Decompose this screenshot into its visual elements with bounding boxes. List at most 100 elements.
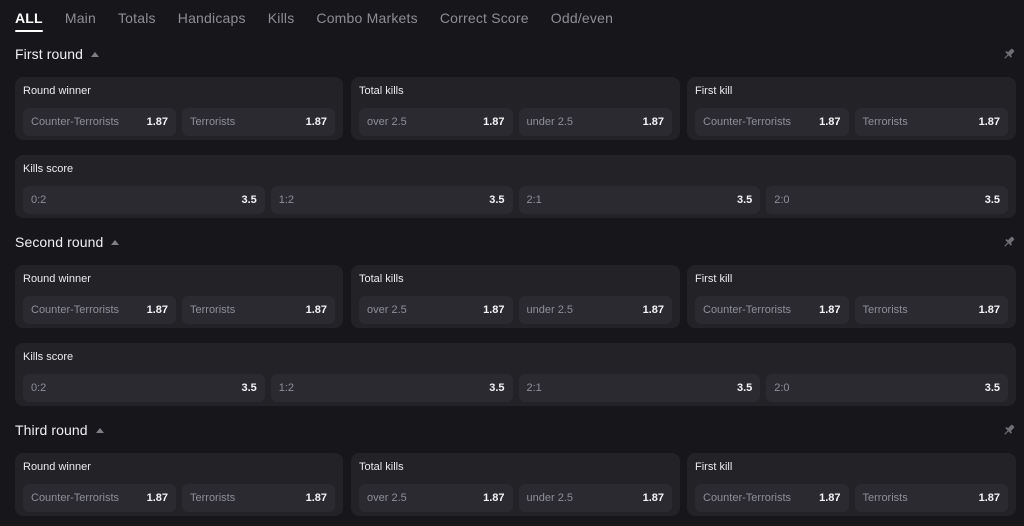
outcome-label: 2:0 (774, 382, 790, 394)
odds-value: 1.87 (819, 116, 841, 128)
market-card-round-winner: Round winner Counter-Terrorists 1.87 Terr… (15, 77, 343, 140)
market-title: Round winner (23, 273, 91, 285)
outcome-label: Counter-Terrorists (31, 116, 120, 128)
tab-handicaps[interactable]: Handicaps (178, 10, 246, 30)
section-header-first-round[interactable]: First round (15, 44, 1016, 64)
market-card-round-winner: Round winner Counter-Terrorists 1.87 Terr… (15, 453, 343, 516)
odds-button[interactable]: under 2.5 1.87 (518, 296, 672, 324)
odds-value: 3.5 (241, 194, 257, 206)
pin-icon[interactable] (1002, 235, 1016, 249)
odds-button[interactable]: 2:0 3.5 (766, 374, 1008, 402)
odds-value: 1.87 (978, 116, 1000, 128)
odds-button[interactable]: over 2.5 1.87 (359, 296, 513, 324)
outcome-label: Counter-Terrorists (31, 492, 120, 504)
odds-button[interactable]: 2:0 3.5 (766, 186, 1008, 214)
caret-up-icon (95, 427, 104, 433)
odds-value: 1.87 (146, 116, 168, 128)
odds-button[interactable]: Counter-Terrorists 1.87 (23, 484, 176, 512)
odds-value: 1.87 (483, 492, 505, 504)
odds-button[interactable]: Counter-Terrorists 1.87 (695, 484, 849, 512)
outcome-label: Terrorists (190, 492, 236, 504)
tab-correct-score[interactable]: Correct Score (440, 10, 529, 30)
section-header-third-round[interactable]: Third round (15, 420, 1016, 440)
outcome-label: Counter-Terrorists (703, 304, 792, 316)
outcome-label: 2:1 (526, 382, 542, 394)
odds-button[interactable]: under 2.5 1.87 (518, 484, 672, 512)
odds-value: 3.5 (736, 194, 753, 206)
market-title: Round winner (23, 85, 91, 97)
tab-main[interactable]: Main (65, 10, 96, 30)
odds-value: 1.87 (483, 116, 505, 128)
odds-value: 1.87 (305, 304, 327, 316)
odds-button[interactable]: Terrorists 1.87 (182, 484, 335, 512)
market-card-kills-score: Kills score 0:2 3.5 1:2 3.5 2:1 3.5 2:0 3.5 (15, 343, 1016, 406)
outcome-label: Terrorists (862, 304, 908, 316)
outcome-label: 2:1 (526, 194, 542, 206)
section-header-second-round[interactable]: Second round (15, 232, 1016, 252)
odds-button[interactable]: over 2.5 1.87 (359, 484, 513, 512)
odds-value: 1.87 (305, 492, 327, 504)
market-card-round-winner: Round winner Counter-Terrorists 1.87 Terr… (15, 265, 343, 328)
odds-value: 1.87 (978, 304, 1000, 316)
odds-value: 1.87 (642, 116, 664, 128)
odds-button[interactable]: Counter-Terrorists 1.87 (23, 296, 176, 324)
tab-kills[interactable]: Kills (268, 10, 295, 30)
market-title: Round winner (23, 461, 91, 473)
section-title: First round (15, 46, 84, 62)
tab-combo-markets[interactable]: Combo Markets (316, 10, 417, 30)
outcome-label: Terrorists (190, 116, 236, 128)
odds-value: 1.87 (146, 304, 168, 316)
outcome-label: under 2.5 (526, 304, 573, 316)
odds-value: 1.87 (642, 492, 664, 504)
market-card-first-kill: First kill Counter-Terrorists 1.87 Terror… (687, 265, 1016, 328)
odds-value: 1.87 (305, 116, 327, 128)
market-title: First kill (695, 273, 733, 285)
odds-button[interactable]: 2:1 3.5 (518, 374, 761, 402)
odds-button[interactable]: Terrorists 1.87 (854, 108, 1008, 136)
tab-totals[interactable]: Totals (118, 10, 156, 30)
odds-button[interactable]: Counter-Terrorists 1.87 (695, 108, 849, 136)
odds-button[interactable]: 0:2 3.5 (23, 186, 265, 214)
tab-odd-even[interactable]: Odd/even (551, 10, 613, 30)
pin-icon[interactable] (1002, 423, 1016, 437)
market-card-total-kills: Total kills over 2.5 1.87 under 2.5 1.87 (351, 77, 680, 140)
market-card-first-kill: First kill Counter-Terrorists 1.87 Terror… (687, 77, 1016, 140)
odds-button[interactable]: Terrorists 1.87 (854, 296, 1008, 324)
market-title: Kills score (23, 163, 74, 175)
odds-button[interactable]: Terrorists 1.87 (182, 296, 335, 324)
tab-all[interactable]: ALL (15, 10, 43, 32)
market-title: Total kills (359, 85, 404, 97)
section-title: Second round (15, 234, 104, 250)
odds-button[interactable]: Counter-Terrorists 1.87 (695, 296, 849, 324)
odds-value: 1.87 (483, 304, 505, 316)
outcome-label: 0:2 (31, 382, 47, 394)
odds-button[interactable]: Counter-Terrorists 1.87 (23, 108, 176, 136)
odds-value: 1.87 (819, 304, 841, 316)
outcome-label: Terrorists (862, 492, 908, 504)
market-title: First kill (695, 461, 733, 473)
odds-button[interactable]: 1:2 3.5 (270, 374, 513, 402)
pin-icon[interactable] (1002, 47, 1016, 61)
odds-value: 1.87 (146, 492, 168, 504)
odds-button[interactable]: 0:2 3.5 (23, 374, 265, 402)
odds-value: 1.87 (819, 492, 841, 504)
odds-value: 1.87 (642, 304, 664, 316)
market-card-first-kill: First kill Counter-Terrorists 1.87 Terror… (687, 453, 1016, 516)
odds-button[interactable]: under 2.5 1.87 (518, 108, 672, 136)
odds-button[interactable]: 1:2 3.5 (270, 186, 513, 214)
odds-value: 3.5 (489, 194, 505, 206)
odds-value: 3.5 (241, 382, 257, 394)
market-title: Total kills (359, 273, 404, 285)
odds-button[interactable]: over 2.5 1.87 (359, 108, 513, 136)
odds-button[interactable]: Terrorists 1.87 (854, 484, 1008, 512)
outcome-label: 0:2 (31, 194, 47, 206)
odds-button[interactable]: 2:1 3.5 (518, 186, 761, 214)
outcome-label: over 2.5 (367, 492, 407, 504)
outcome-label: 2:0 (774, 194, 790, 206)
odds-button[interactable]: Terrorists 1.87 (182, 108, 335, 136)
outcome-label: over 2.5 (367, 116, 407, 128)
market-card-total-kills: Total kills over 2.5 1.87 under 2.5 1.87 (351, 265, 680, 328)
caret-up-icon (111, 239, 120, 245)
outcome-label: Terrorists (190, 304, 236, 316)
outcome-label: Counter-Terrorists (703, 492, 792, 504)
